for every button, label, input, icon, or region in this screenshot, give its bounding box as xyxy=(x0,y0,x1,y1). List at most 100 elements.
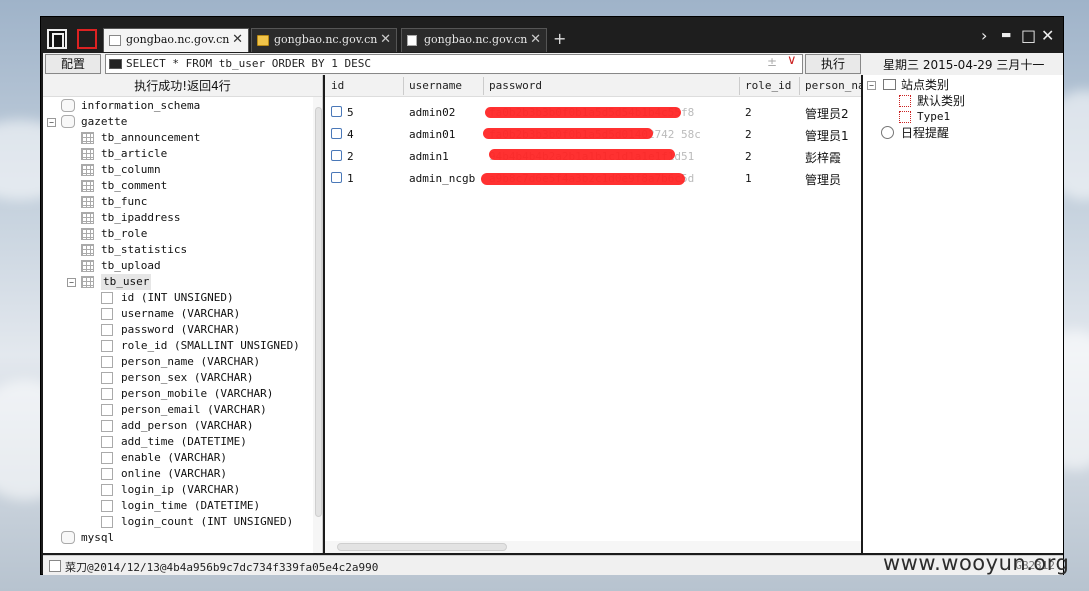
query-status: 执行成功!返回4行 xyxy=(43,75,322,97)
table-row[interactable]: 2 admin1 94b4b4b4b2a2b1a1b1c1d1a1e1f1d51… xyxy=(325,145,861,167)
tree-item-column[interactable]: password (VARCHAR) xyxy=(43,322,311,338)
tree-item-table[interactable]: tb_ipaddress xyxy=(43,210,311,226)
sql-input[interactable]: SELECT * FROM tb_user ORDER BY 1 DESC xyxy=(105,54,803,74)
tree-item-table[interactable]: tb_upload xyxy=(43,258,311,274)
column-icon xyxy=(101,468,113,480)
tree-item-column[interactable]: person_email (VARCHAR) xyxy=(43,402,311,418)
tree-item-label: tb_announcement xyxy=(101,131,201,144)
tree-item-column[interactable]: login_ip (VARCHAR) xyxy=(43,482,311,498)
row-checkbox[interactable] xyxy=(331,106,342,117)
tab-folder[interactable]: gongbao.nc.gov.cn ✕ xyxy=(251,28,397,52)
terminal-icon xyxy=(109,59,122,69)
tab-label: gongbao.nc.gov.cn xyxy=(126,33,230,46)
cell-username: admin02 xyxy=(409,106,456,119)
tree-item-column[interactable]: add_person (VARCHAR) xyxy=(43,418,311,434)
column-header-role-id[interactable]: role_id xyxy=(745,79,791,92)
column-divider[interactable] xyxy=(799,77,800,95)
column-icon xyxy=(101,452,113,464)
tree-item-column[interactable]: enable (VARCHAR) xyxy=(43,450,311,466)
column-icon xyxy=(101,516,113,528)
tree-item-table[interactable]: tb_comment xyxy=(43,178,311,194)
tree-item-column[interactable]: username (VARCHAR) xyxy=(43,306,311,322)
watermark: www.wooyun.org xyxy=(883,551,1070,575)
tree-item-table[interactable]: tb_announcement xyxy=(43,130,311,146)
cell-role-id: 2 xyxy=(745,128,752,141)
tree-item-label: tb_comment xyxy=(101,179,168,192)
scrollbar-thumb[interactable] xyxy=(315,107,322,517)
table-row[interactable]: 4 admin01 fa0b2b3b3b0f0b1a5d5d01402742 5… xyxy=(325,123,861,145)
column-divider[interactable] xyxy=(739,77,740,95)
cell-id: 4 xyxy=(347,128,354,141)
tree-node-site-category[interactable]: − 站点类别 xyxy=(867,77,1057,93)
tree-item-column[interactable]: login_count (INT UNSIGNED) xyxy=(43,514,311,530)
row-checkbox[interactable] xyxy=(331,172,342,183)
tree-item-table[interactable]: tb_func xyxy=(43,194,311,210)
config-button[interactable]: 配置 xyxy=(45,54,101,74)
tab-label: gongbao.nc.gov.cn xyxy=(274,33,378,46)
tree-item-column[interactable]: person_sex (VARCHAR) xyxy=(43,370,311,386)
collapse-icon[interactable]: − xyxy=(47,118,56,127)
tab-active[interactable]: gongbao.nc.gov.cn ✕ xyxy=(103,28,249,52)
minimize-icon[interactable]: ▬ xyxy=(1001,28,1011,41)
tree-node-type1[interactable]: Type1 xyxy=(867,109,1057,125)
tree-node-default-category[interactable]: 默认类别 xyxy=(867,93,1057,109)
table-row[interactable]: 1 admin_ncgb a9b8c7d6e5f4a3b2c1d0e9f8a7b… xyxy=(325,167,861,189)
tab-document[interactable]: gongbao.nc.gov.cn ✕ xyxy=(401,28,547,52)
column-header-id[interactable]: id xyxy=(331,79,344,92)
document-icon xyxy=(407,35,417,46)
column-header-password[interactable]: password xyxy=(489,79,542,92)
tree-item-table[interactable]: tb_statistics xyxy=(43,242,311,258)
database-icon xyxy=(61,531,75,544)
column-divider[interactable] xyxy=(483,77,484,95)
close-window-icon[interactable]: ✕ xyxy=(1041,26,1054,45)
tree-item-column[interactable]: person_mobile (VARCHAR) xyxy=(43,386,311,402)
tree-item-table[interactable]: − tb_user xyxy=(43,274,311,290)
tree-item-label: tb_article xyxy=(101,147,168,160)
scrollbar-thumb[interactable] xyxy=(337,543,507,551)
chevron-down-icon[interactable]: ∨ xyxy=(787,53,797,68)
tree-item-column[interactable]: id (INT UNSIGNED) xyxy=(43,290,311,306)
horizontal-scrollbar[interactable] xyxy=(325,541,861,553)
tree-item-column[interactable]: online (VARCHAR) xyxy=(43,466,311,482)
record-button[interactable] xyxy=(77,29,97,49)
tree-item-table[interactable]: tb_role xyxy=(43,226,311,242)
column-icon xyxy=(101,292,113,304)
tree-node-schedule[interactable]: 日程提醒 xyxy=(867,125,1057,141)
maximize-icon[interactable]: □ xyxy=(1021,26,1036,45)
row-checkbox[interactable] xyxy=(331,128,342,139)
new-tab-button[interactable]: + xyxy=(553,29,566,48)
tree-item-column[interactable]: person_name (VARCHAR) xyxy=(43,354,311,370)
tree-item-label: login_count (INT UNSIGNED) xyxy=(121,515,294,528)
tree-item-label: tb_func xyxy=(101,195,148,208)
column-icon xyxy=(101,308,113,320)
tree-item-column[interactable]: add_time (DATETIME) xyxy=(43,434,311,450)
tree-item-db[interactable]: information_schema xyxy=(43,98,311,114)
tree-item-column[interactable]: role_id (SMALLINT UNSIGNED) xyxy=(43,338,311,354)
column-header-person-name[interactable]: person_nam xyxy=(805,79,861,92)
cell-id: 1 xyxy=(347,172,354,185)
column-divider[interactable] xyxy=(403,77,404,95)
cell-person-name: 彭梓霞 xyxy=(805,151,842,165)
tree-item-table[interactable]: tb_column xyxy=(43,162,311,178)
plus-minus-icon[interactable]: ± xyxy=(767,55,777,69)
table-row[interactable]: 5 admin02 fa0b2b3b3b0f0b1a5d5d54b1b4c55f… xyxy=(325,101,861,123)
close-icon[interactable]: ✕ xyxy=(530,32,541,47)
chevron-right-icon[interactable]: › xyxy=(981,26,987,45)
app-menu-button[interactable] xyxy=(47,29,67,49)
tree-item-label: login_ip (VARCHAR) xyxy=(121,483,241,496)
result-grid-panel: id username password role_id person_nam … xyxy=(325,75,861,553)
column-header-username[interactable]: username xyxy=(409,79,462,92)
tree-item-table[interactable]: tb_article xyxy=(43,146,311,162)
close-icon[interactable]: ✕ xyxy=(232,32,243,47)
tree-item-label: gazette xyxy=(81,115,128,128)
tree-item-column[interactable]: login_time (DATETIME) xyxy=(43,498,311,514)
close-icon[interactable]: ✕ xyxy=(380,32,391,47)
collapse-icon[interactable]: − xyxy=(67,278,76,287)
tree-item-db[interactable]: − gazette xyxy=(43,114,311,130)
tree-item-label: person_name (VARCHAR) xyxy=(121,355,261,368)
row-checkbox[interactable] xyxy=(331,150,342,161)
collapse-icon[interactable]: − xyxy=(867,81,876,90)
vertical-scrollbar[interactable] xyxy=(313,97,322,553)
execute-button[interactable]: 执行 xyxy=(805,54,861,74)
tree-item-db[interactable]: mysql xyxy=(43,530,311,546)
